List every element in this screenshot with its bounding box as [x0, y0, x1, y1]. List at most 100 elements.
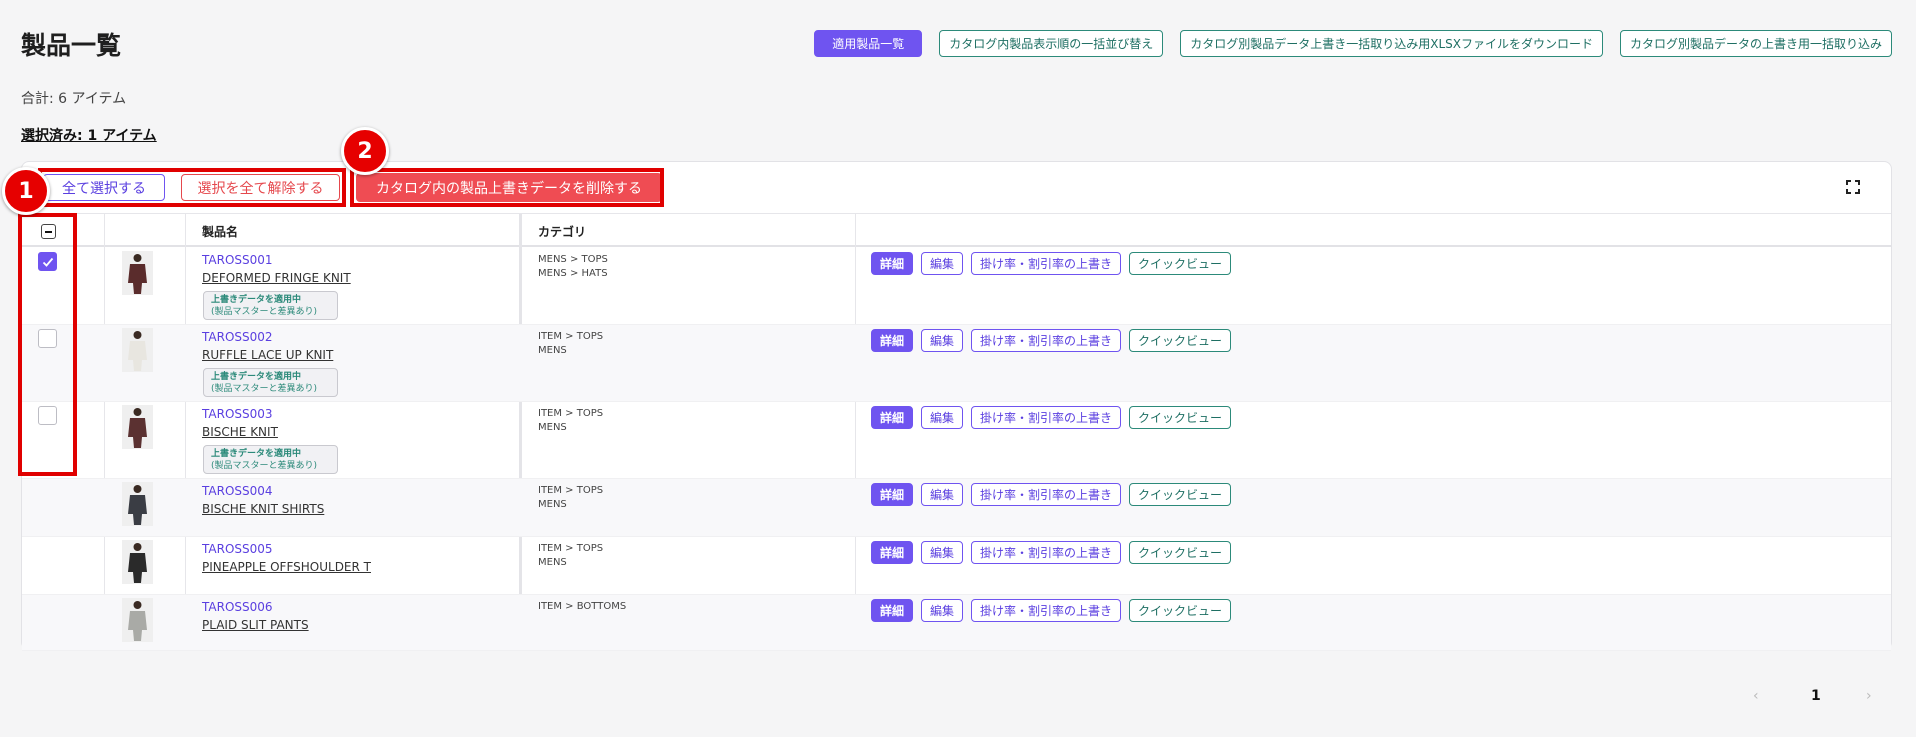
- row-actions: 詳細 編集 掛け率・割引率の上書き クイックビュー: [871, 541, 1232, 564]
- product-thumbnail: [122, 598, 153, 642]
- product-name-link[interactable]: PLAID SLIT PANTS: [202, 618, 309, 632]
- selected-count[interactable]: 選択済み: 1 アイテム: [21, 125, 157, 145]
- bulk-sort-button[interactable]: カタログ内製品表示順の一括並び替え: [939, 30, 1164, 57]
- table-toolbar: 全て選択する 選択を全て解除する カタログ内の製品上書きデータを削除する: [22, 162, 1891, 214]
- category-cell: ITEM > BOTTOMS: [538, 600, 626, 614]
- override-badge: 上書きデータを適用中 (製品マスターと差異あり): [203, 291, 338, 320]
- product-name-link[interactable]: BISCHE KNIT: [202, 425, 278, 439]
- category-line: MENS: [538, 499, 567, 510]
- detail-button[interactable]: 詳細: [871, 483, 914, 506]
- category-line: MENS: [538, 422, 567, 433]
- rate-override-button[interactable]: 掛け率・割引率の上書き: [971, 329, 1122, 352]
- edit-button[interactable]: 編集: [921, 541, 964, 564]
- category-cell: ITEM > TOPS MENS: [538, 484, 603, 512]
- badge-line1: 上書きデータを適用中: [211, 449, 302, 459]
- prev-page-icon[interactable]: ‹: [1753, 688, 1759, 704]
- product-thumbnail: [122, 328, 153, 372]
- edit-button[interactable]: 編集: [921, 406, 964, 429]
- fullscreen-icon[interactable]: [1845, 179, 1861, 195]
- detail-button[interactable]: 詳細: [871, 329, 914, 352]
- category-cell: ITEM > TOPS MENS: [538, 407, 603, 435]
- category-line: MENS: [538, 345, 567, 356]
- badge-line1: 上書きデータを適用中: [211, 372, 302, 382]
- product-code-link[interactable]: TAROSS002: [202, 330, 273, 344]
- row-actions: 詳細 編集 掛け率・割引率の上書き クイックビュー: [871, 599, 1232, 622]
- product-table-card: 全て選択する 選択を全て解除する カタログ内の製品上書きデータを削除する 製品名…: [21, 161, 1892, 651]
- product-thumbnail: [122, 405, 153, 449]
- row-checkbox[interactable]: [38, 406, 57, 425]
- product-thumbnail: [122, 482, 153, 526]
- quick-view-button[interactable]: クイックビュー: [1129, 541, 1232, 564]
- detail-button[interactable]: 詳細: [871, 599, 914, 622]
- table-row: TAROSS002 RUFFLE LACE UP KNIT 上書きデータを適用中 …: [22, 325, 1891, 402]
- edit-button[interactable]: 編集: [921, 329, 964, 352]
- rate-override-button[interactable]: 掛け率・割引率の上書き: [971, 406, 1122, 429]
- category-line: ITEM > TOPS: [538, 331, 604, 342]
- page-number[interactable]: 1: [1811, 688, 1821, 704]
- row-actions: 詳細 編集 掛け率・割引率の上書き クイックビュー: [871, 252, 1232, 275]
- quick-view-button[interactable]: クイックビュー: [1129, 406, 1232, 429]
- product-name-link[interactable]: BISCHE KNIT SHIRTS: [202, 502, 324, 516]
- category-line: MENS: [538, 557, 567, 568]
- rate-override-button[interactable]: 掛け率・割引率の上書き: [971, 483, 1122, 506]
- product-code-link[interactable]: TAROSS003: [202, 407, 273, 421]
- category-cell: ITEM > TOPS MENS: [538, 542, 603, 570]
- edit-button[interactable]: 編集: [921, 483, 964, 506]
- table-row: TAROSS004 BISCHE KNIT SHIRTS ITEM > TOPS …: [22, 479, 1891, 537]
- table-row: TAROSS005 PINEAPPLE OFFSHOULDER T ITEM > …: [22, 537, 1891, 595]
- rate-override-button[interactable]: 掛け率・割引率の上書き: [971, 252, 1122, 275]
- override-badge: 上書きデータを適用中 (製品マスターと差異あり): [203, 368, 338, 397]
- rate-override-button[interactable]: 掛け率・割引率の上書き: [971, 599, 1122, 622]
- badge-line1: 上書きデータを適用中: [211, 295, 302, 305]
- quick-view-button[interactable]: クイックビュー: [1129, 252, 1232, 275]
- category-cell: MENS > TOPS MENS > HATS: [538, 253, 608, 281]
- product-name-link[interactable]: DEFORMED FRINGE KNIT: [202, 271, 351, 285]
- edit-button[interactable]: 編集: [921, 252, 964, 275]
- next-page-icon[interactable]: ›: [1866, 688, 1872, 704]
- select-all-button[interactable]: 全て選択する: [43, 174, 165, 201]
- row-actions: 詳細 編集 掛け率・割引率の上書き クイックビュー: [871, 483, 1232, 506]
- category-line: ITEM > TOPS: [538, 408, 604, 419]
- detail-button[interactable]: 詳細: [871, 541, 914, 564]
- table-row: TAROSS001 DEFORMED FRINGE KNIT 上書きデータを適用中…: [22, 248, 1891, 325]
- bulk-import-button[interactable]: カタログ別製品データの上書き用一括取り込み: [1619, 30, 1892, 57]
- product-code-link[interactable]: TAROSS005: [202, 542, 273, 556]
- badge-line2: (製品マスターと差異あり): [211, 307, 318, 317]
- category-cell: ITEM > TOPS MENS: [538, 330, 603, 358]
- row-actions: 詳細 編集 掛け率・割引率の上書き クイックビュー: [871, 329, 1232, 352]
- row-checkbox[interactable]: [38, 329, 57, 348]
- annotation-marker-1: 1: [2, 167, 50, 215]
- product-name-link[interactable]: PINEAPPLE OFFSHOULDER T: [202, 560, 371, 574]
- product-thumbnail: [122, 540, 153, 584]
- download-xlsx-button[interactable]: カタログ別製品データ上書き一括取り込み用XLSXファイルをダウンロード: [1180, 30, 1603, 57]
- rate-override-button[interactable]: 掛け率・割引率の上書き: [971, 541, 1122, 564]
- table-row: TAROSS006 PLAID SLIT PANTS ITEM > BOTTOMS…: [22, 595, 1891, 651]
- override-badge: 上書きデータを適用中 (製品マスターと差異あり): [203, 445, 338, 474]
- row-checkbox[interactable]: [38, 252, 57, 271]
- header-checkbox[interactable]: [41, 224, 56, 239]
- product-code-link[interactable]: TAROSS006: [202, 600, 273, 614]
- column-category: カテゴリ: [538, 225, 587, 239]
- product-thumbnail: [122, 251, 153, 295]
- product-code-link[interactable]: TAROSS001: [202, 253, 273, 267]
- quick-view-button[interactable]: クイックビュー: [1129, 483, 1232, 506]
- detail-button[interactable]: 詳細: [871, 252, 914, 275]
- deselect-all-button[interactable]: 選択を全て解除する: [181, 174, 340, 201]
- quick-view-button[interactable]: クイックビュー: [1129, 329, 1232, 352]
- row-actions: 詳細 編集 掛け率・割引率の上書き クイックビュー: [871, 406, 1232, 429]
- total-count: 合計: 6 アイテム: [21, 91, 127, 107]
- badge-line2: (製品マスターと差異あり): [211, 461, 318, 471]
- table-header: 製品名 カテゴリ: [22, 214, 1891, 247]
- header-actions: 適用製品一覧 カタログ内製品表示順の一括並び替え カタログ別製品データ上書き一括…: [814, 30, 1892, 57]
- product-name-link[interactable]: RUFFLE LACE UP KNIT: [202, 348, 333, 362]
- category-line: MENS > HATS: [538, 268, 608, 279]
- delete-override-button[interactable]: カタログ内の製品上書きデータを削除する: [356, 173, 662, 202]
- applied-products-button[interactable]: 適用製品一覧: [814, 30, 923, 57]
- detail-button[interactable]: 詳細: [871, 406, 914, 429]
- product-code-link[interactable]: TAROSS004: [202, 484, 273, 498]
- edit-button[interactable]: 編集: [921, 599, 964, 622]
- table-row: TAROSS003 BISCHE KNIT 上書きデータを適用中 (製品マスターと…: [22, 402, 1891, 479]
- column-product-name: 製品名: [202, 225, 239, 239]
- category-line: ITEM > TOPS: [538, 543, 604, 554]
- quick-view-button[interactable]: クイックビュー: [1129, 599, 1232, 622]
